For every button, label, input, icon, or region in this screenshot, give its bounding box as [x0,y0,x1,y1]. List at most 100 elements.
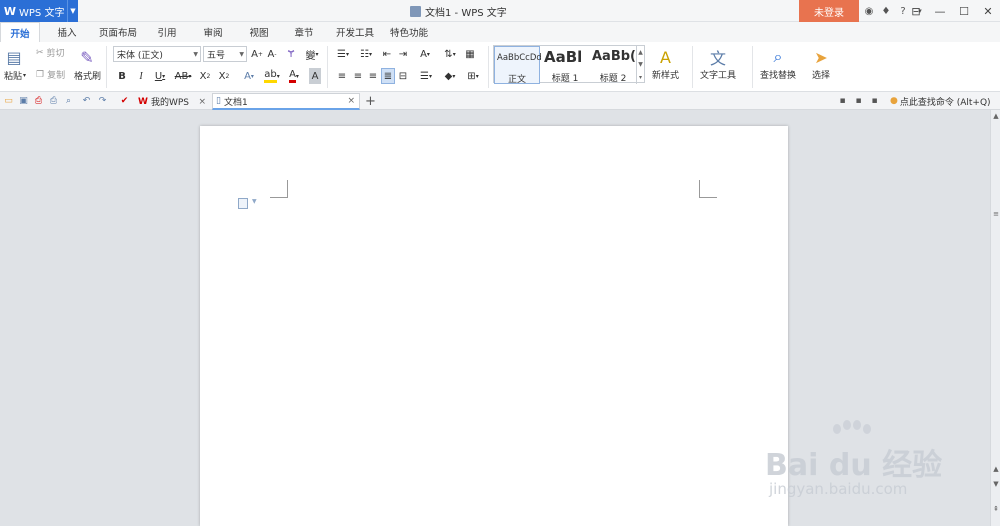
increase-indent-icon[interactable]: ⇥ [396,46,410,62]
find-replace-button[interactable]: ⌕ 查找替换 [760,46,796,81]
borders-icon[interactable]: ⊞ ▾ [463,68,483,84]
page-up-icon[interactable]: ▲ [992,465,1000,473]
text-direction-icon[interactable]: A ▾ [414,46,436,62]
shrink-font-icon[interactable]: A- [265,46,279,62]
decrease-indent-icon[interactable]: ⇤ [380,46,394,62]
sync-icon[interactable]: ▪ [852,94,865,108]
restore-layout-icon[interactable]: ⊟ [904,0,928,22]
print-preview-icon[interactable]: ⌕ [62,94,75,108]
search-icon: ⌕ [773,47,783,66]
copy-icon: ❐ [36,69,45,80]
line-spacing-icon[interactable]: ☰ ▾ [416,68,436,84]
new-tab-icon[interactable]: + [364,94,377,109]
align-center-icon[interactable]: ≡ [351,68,365,84]
align-left-icon[interactable]: ≡ [335,68,349,84]
subscript-button[interactable]: X2 [217,68,231,84]
numbered-list-icon[interactable]: ☷ ▾ [356,46,376,62]
wps-logo-icon: W [3,4,17,18]
select-button[interactable]: ➤ 选择 [810,46,832,82]
close-button[interactable]: ✕ [976,0,1000,22]
phonetic-guide-icon[interactable]: 變 ▾ [302,46,322,62]
text-effect-icon[interactable]: A ▾ [238,68,260,84]
ribbon: ▤ 粘贴 ▾ ✂ 剪切 ❐ 复制 ✎ 格式刷 宋体 (正文) ▼ 五号 ▼ A + A-… [0,42,1000,92]
paste-label[interactable]: 粘贴 ▾ [4,69,26,82]
share-icon[interactable]: ▪ [836,94,849,108]
tab-home[interactable]: 开始 [0,22,40,42]
font-size-select[interactable]: 五号 ▼ [203,46,247,62]
tab-review[interactable]: 审阅 [196,22,230,42]
font-color-icon[interactable]: A ▾ [284,68,304,84]
strikethrough-button[interactable]: AB ▾ [172,68,194,84]
window-title: 文档1 - WPS 文字 [410,0,507,22]
tab-my-wps[interactable]: W 我的WPS × [136,93,210,110]
brush-icon: ✎ [80,47,94,67]
close-icon[interactable]: × [198,97,206,107]
skin-icon[interactable]: ◉ [862,6,876,17]
scroll-up-icon[interactable]: ▲ [992,112,1000,120]
feedback-icon[interactable]: ▪ [868,94,881,108]
document-page[interactable]: ▼ [200,126,788,526]
chevron-down-icon[interactable]: ▼ [252,198,257,205]
paste-button[interactable]: ▤ [3,46,25,68]
redo-icon[interactable]: ↷ [96,94,109,108]
format-painter-button[interactable]: ✎ [76,46,98,68]
print-icon[interactable]: ⎙ [47,94,60,108]
bullet-list-icon[interactable]: ☰ ▾ [333,46,353,62]
bold-button[interactable]: B [116,68,128,84]
scroll-thumb[interactable]: ≡ [992,210,1000,218]
tab-developer[interactable]: 开发工具 [330,22,380,42]
style-normal[interactable]: AaBbCcDd 正文 [494,46,542,85]
tab-chapter[interactable]: 章节 [287,22,321,42]
distribute-icon[interactable]: ⊟ [396,68,410,84]
tab-page-layout[interactable]: 页面布局 [94,22,142,42]
style-heading-2[interactable]: AaBb( 标题 2 [590,46,636,84]
italic-button[interactable]: I [135,68,147,84]
new-style-button[interactable]: A 新样式 [652,46,679,82]
clear-format-icon[interactable]: Ɏ [284,46,298,62]
shirt-icon[interactable]: ♦ [879,6,893,17]
tab-view[interactable]: 视图 [242,22,276,42]
char-shading-icon[interactable]: A [309,68,321,84]
command-search[interactable]: ● 点此查找命令 (Alt+Q) [890,94,991,108]
minimize-button[interactable]: — [928,0,952,22]
login-button[interactable]: 未登录 [799,0,859,22]
paragraph-mark-icon[interactable] [238,198,248,209]
table-grid-icon[interactable]: ▦ [463,46,477,62]
cut-button[interactable]: ✂ 剪切 [36,46,65,60]
font-name-select[interactable]: 宋体 (正文) ▼ [113,46,201,62]
margin-mark-top-right [699,180,717,198]
shading-icon[interactable]: ◆ ▾ [440,68,460,84]
export-pdf-icon[interactable]: ⎙ [32,94,45,108]
grow-font-icon[interactable]: A + [250,46,264,62]
chevron-down-icon[interactable]: ▼ [67,0,78,22]
sort-icon[interactable]: ⇅ ▾ [440,46,460,62]
tab-document-1[interactable]: ▯ 文档1 × [212,93,360,110]
justify-icon[interactable]: ≣ [381,68,395,84]
vertical-scrollbar[interactable]: ▲ ≡ ▲ ▼ ⇞ [990,110,1000,526]
scissors-icon: ✂ [36,47,44,58]
copy-button[interactable]: ❐ 复制 [36,68,65,82]
save-icon[interactable]: ▣ [17,94,30,108]
prev-page-icon[interactable]: ⇞ [992,505,1000,513]
align-right-icon[interactable]: ≡ [366,68,380,84]
document-tab-bar: ▭ ▣ ⎙ ⎙ ⌕ ↶ ↷ ✔ W 我的WPS × ▯ 文档1 × + ▪ ▪ … [0,92,1000,110]
tab-special-features[interactable]: 特色功能 [384,22,434,42]
superscript-button[interactable]: X2 [198,68,212,84]
text-tools-button[interactable]: 文 文字工具 [700,46,736,81]
app-menu-button[interactable]: W WPS 文字 ▼ [0,0,78,22]
underline-button[interactable]: U ▾ [152,68,168,84]
undo-icon[interactable]: ↶ [80,94,93,108]
open-icon[interactable]: ▭ [2,94,15,108]
maximize-button[interactable]: ☐ [952,0,976,22]
styles-scroll[interactable]: ▲ ▼ ▾ [636,46,644,84]
wps-icon: W [138,96,148,107]
menu-tabs: 开始 插入 页面布局 引用 审阅 视图 章节 开发工具 特色功能 [0,22,1000,42]
tab-insert[interactable]: 插入 [48,22,86,42]
page-down-icon[interactable]: ▼ [992,480,1000,488]
highlight-icon[interactable]: ab ▾ [262,68,282,84]
close-icon[interactable]: × [347,96,355,106]
clipboard-icon: ▤ [6,47,22,67]
tab-references[interactable]: 引用 [150,22,184,42]
customize-icon[interactable]: ✔ [118,94,131,108]
style-heading-1[interactable]: AaBl 标题 1 [542,46,588,84]
